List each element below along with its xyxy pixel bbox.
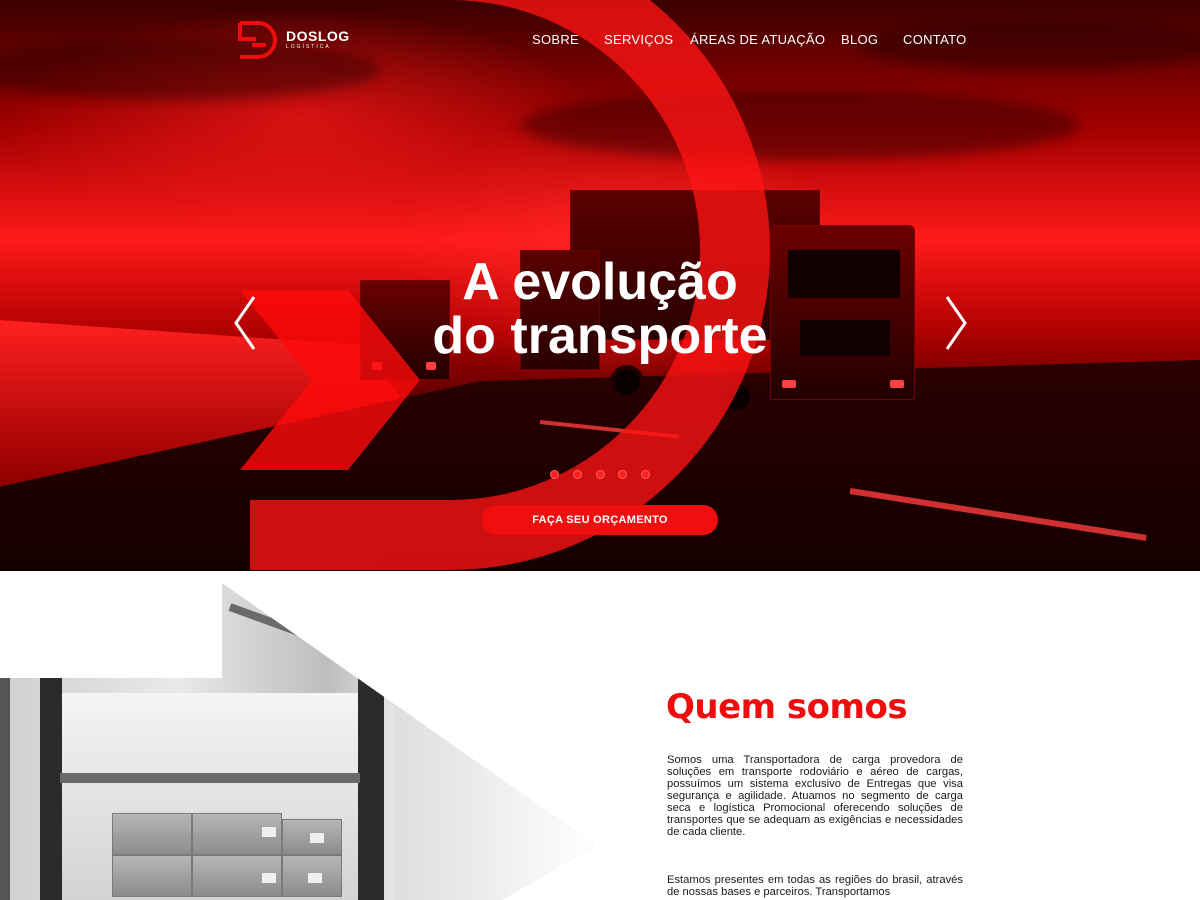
warehouse-photo — [0, 583, 595, 900]
chevron-left-icon — [234, 296, 256, 350]
carousel-dot-5[interactable] — [641, 470, 650, 479]
nav-item-sobre[interactable]: SOBRE — [532, 32, 579, 47]
about-paragraph-1: Somos uma Transportadora de carga proved… — [667, 754, 963, 838]
carousel-indicators — [550, 470, 650, 482]
quote-button[interactable]: FAÇA SEU ORÇAMENTO — [482, 505, 718, 535]
main-nav: SOBRE SERVIÇOS ÁREAS DE ATUAÇÃO BLOG CON… — [0, 32, 1200, 48]
nav-item-servicos[interactable]: SERVIÇOS — [604, 32, 673, 47]
about-title: Quem somos — [666, 687, 908, 727]
hero-headline: A evolução do transporte — [300, 255, 900, 363]
carousel-dot-2[interactable] — [572, 470, 582, 479]
hero-headline-line1: A evolução — [462, 253, 738, 311]
carousel-dot-1[interactable] — [550, 470, 559, 479]
nav-item-areas-de-atuacao[interactable]: ÁREAS DE ATUAÇÃO — [690, 32, 825, 47]
carousel-prev-button[interactable] — [232, 295, 258, 351]
about-paragraph-2: Estamos presentes em todas as regiões do… — [667, 874, 963, 898]
hero-banner: DOSLOG LOGÍSTICA SOBRE SERVIÇOS ÁREAS DE… — [0, 0, 1200, 571]
carousel-next-button[interactable] — [943, 295, 969, 351]
nav-item-contato[interactable]: CONTATO — [903, 32, 967, 47]
carousel-dot-3[interactable] — [595, 470, 605, 479]
hero-headline-line2: do transporte — [432, 307, 768, 365]
chevron-right-icon — [945, 296, 967, 350]
nav-item-blog[interactable]: BLOG — [841, 32, 878, 47]
site-header: DOSLOG LOGÍSTICA SOBRE SERVIÇOS ÁREAS DE… — [0, 0, 1200, 80]
carousel-dot-4[interactable] — [618, 470, 628, 479]
about-section: Quem somos Somos uma Transportadora de c… — [0, 571, 1200, 900]
